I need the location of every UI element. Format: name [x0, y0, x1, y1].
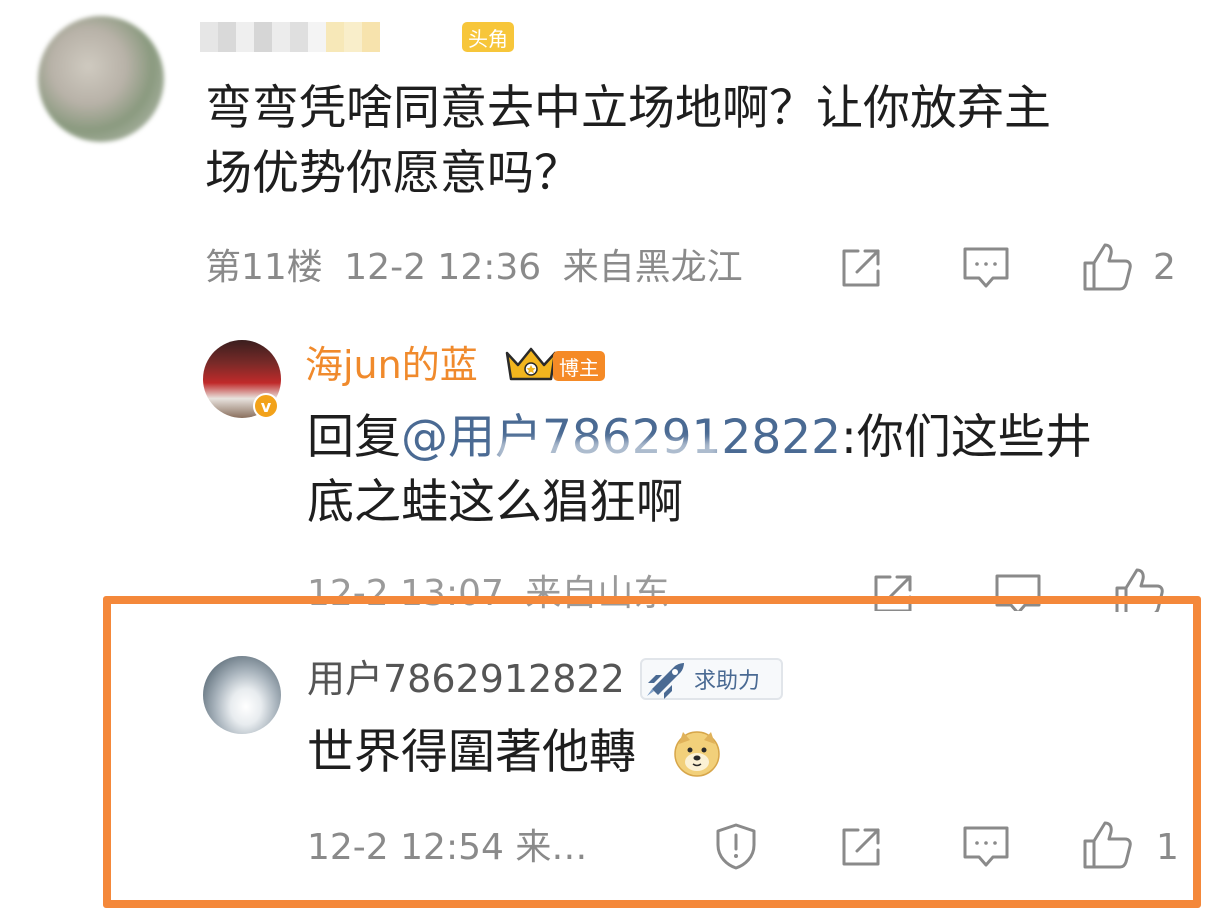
share-button[interactable] — [836, 822, 886, 872]
share-button[interactable] — [836, 243, 886, 293]
verified-icon: v — [253, 393, 279, 419]
like-count: 2 — [1153, 247, 1176, 288]
like-button[interactable] — [1112, 566, 1168, 612]
share-button[interactable] — [868, 571, 918, 611]
comment-text: 弯弯凭啥同意去中立场地啊？让你放弃主 场优势你愿意吗？ — [205, 81, 1051, 201]
blogger-badge: 博主 — [553, 351, 605, 381]
like-icon — [1115, 568, 1164, 612]
report-button[interactable] — [710, 820, 762, 872]
doge-emoji-icon — [672, 728, 722, 778]
floor-number: 第11楼 — [205, 247, 323, 288]
comment-button[interactable] — [958, 822, 1014, 872]
comment-icon — [995, 574, 1041, 611]
reply-text-rest: :你们这些井 — [841, 410, 1092, 465]
crown-icon — [503, 343, 559, 385]
reply-meta: 12-2 13:07 来自山东 — [307, 576, 669, 612]
blur-overlay — [495, 440, 720, 476]
username-blogger[interactable]: 海jun的蓝 — [305, 346, 478, 384]
like-count: 1 — [1156, 827, 1179, 868]
avatar-blurred[interactable] — [38, 16, 164, 142]
blogger-badge-label: 博主 — [559, 355, 599, 380]
comment-icon — [963, 826, 1009, 867]
user-badge-label: 头角 — [468, 26, 508, 51]
comment-meta: 第11楼 12-2 12:36 来自黑龙江 — [205, 250, 743, 286]
like-icon — [1083, 243, 1132, 291]
comment-button[interactable] — [958, 243, 1014, 293]
reply-time: 12-2 13:07 — [307, 573, 504, 614]
comment-time: 12-2 12:36 — [344, 247, 542, 288]
like-icon — [1083, 821, 1132, 869]
share-icon — [874, 575, 912, 611]
reply-prefix: 回复 — [307, 410, 401, 465]
username-user[interactable]: 用户7862912822 — [307, 660, 625, 698]
avatar-user[interactable] — [203, 656, 281, 734]
user-comment-text: 世界得圍著他轉 — [307, 725, 636, 780]
username-blurred[interactable] — [200, 22, 380, 52]
share-icon — [842, 249, 880, 287]
help-badge: 求助力 — [640, 658, 783, 700]
share-icon — [842, 828, 880, 866]
user-comment-meta: 12-2 12:54 来… — [307, 827, 588, 868]
comment-icon — [963, 247, 1009, 288]
like-button[interactable] — [1080, 818, 1136, 872]
reply-location: 来自山东 — [525, 573, 670, 614]
user-badge: 头角 — [462, 22, 514, 52]
like-button[interactable] — [1080, 240, 1136, 294]
report-icon — [716, 823, 756, 870]
comment-location: 来自黑龙江 — [562, 247, 743, 288]
highlight-box — [103, 596, 1201, 908]
help-badge-label: 求助力 — [694, 669, 761, 694]
rocket-icon — [647, 663, 684, 699]
comment-button[interactable] — [990, 571, 1046, 611]
